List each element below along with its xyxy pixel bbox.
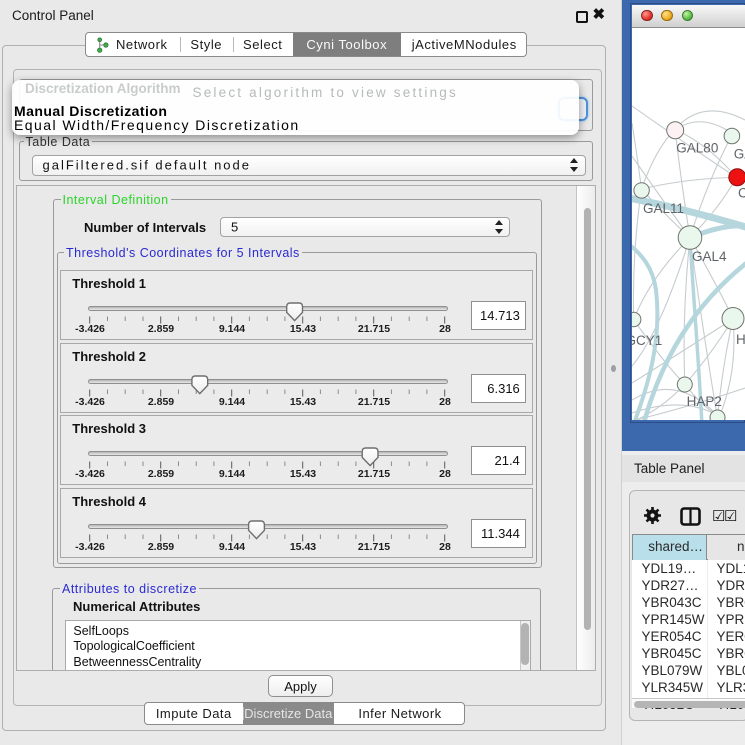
svg-text:GAL4: GAL4 — [692, 249, 727, 264]
svg-text:GA: GA — [734, 146, 745, 161]
svg-text:C: C — [738, 185, 745, 200]
svg-text:GAL80: GAL80 — [676, 140, 718, 155]
svg-text:H: H — [736, 332, 745, 347]
svg-text:GCY1: GCY1 — [632, 333, 662, 348]
svg-text:HAP2: HAP2 — [687, 394, 722, 409]
svg-text:GAL11: GAL11 — [643, 201, 684, 216]
